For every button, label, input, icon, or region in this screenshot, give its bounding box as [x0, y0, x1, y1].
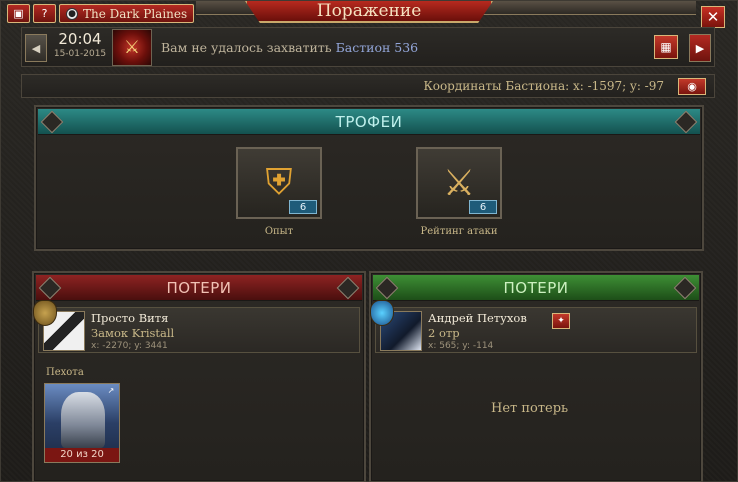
server-name: The Dark Plaines [83, 6, 188, 21]
trophies-panel: ТРОФЕИ ⛨ 6 Опыт ⚔ 6 Рейтинг атаки [34, 105, 704, 251]
eye-icon: ◉ [687, 80, 697, 93]
clan-crest-icon [33, 300, 57, 326]
defender-losses-panel: ПОТЕРИ Андрей Петухов 2 отр x: 565; y: -… [369, 271, 703, 482]
globe-icon: ● [66, 7, 78, 20]
player-coordinates: x: 565; y: -114 [428, 341, 494, 351]
player-detail: 2 отр [428, 326, 460, 340]
view-on-map-button[interactable]: ◉ [678, 78, 706, 95]
player-name: Андрей Петухов [428, 311, 527, 325]
unit-card-infantry[interactable]: ↗ 20 из 20 [44, 383, 120, 463]
losses-header: ПОТЕРИ [373, 275, 699, 301]
pin-button[interactable]: ✦ [552, 313, 570, 329]
top-toolbar: ▣ ? ● The Dark Plaines [7, 4, 195, 24]
clan-crest-icon [370, 300, 394, 326]
target-link[interactable]: Бастион 536 [336, 40, 419, 55]
close-icon: ✕ [706, 8, 720, 26]
screenshot-button[interactable]: ▣ [7, 4, 30, 23]
message-prefix: Вам не удалось захватить [161, 40, 332, 55]
crossed-swords-icon: ⚔ [442, 162, 476, 204]
player-name: Просто Витя [91, 311, 169, 325]
unit-type-label: Пехота [46, 367, 84, 378]
player-card[interactable]: Просто Витя Замок Kristall x: -2270; y: … [33, 300, 360, 353]
trophy-experience[interactable]: ⛨ 6 [236, 147, 322, 219]
arrow-right-icon: ▶ [695, 41, 705, 55]
help-button[interactable]: ? [33, 4, 56, 23]
arrow-left-icon: ◀ [31, 41, 41, 55]
coordinates-row: Координаты Бастиона: x: -1597; y: -97 ◉ [21, 74, 715, 98]
battle-icon: ⚔ [112, 29, 152, 66]
trophies-header: ТРОФЕИ [38, 109, 700, 135]
player-coordinates: x: -2270; y: 3441 [91, 341, 168, 351]
trophy-count: 6 [469, 200, 497, 214]
camera-icon: ▣ [13, 7, 24, 20]
player-card[interactable]: Андрей Петухов 2 отр x: 565; y: -114 ✦ [370, 300, 697, 353]
help-icon: ? [41, 7, 48, 20]
trophy-label: Рейтинг атаки [420, 226, 498, 237]
losses-header: ПОТЕРИ [36, 275, 362, 301]
trophy-label: Опыт [264, 226, 294, 237]
previous-message-button[interactable]: ◀ [25, 34, 47, 62]
window-title: Поражение [245, 1, 493, 23]
unit-count: 20 из 20 [45, 448, 119, 462]
next-message-button[interactable]: ▶ [689, 34, 711, 62]
info-icon[interactable]: ↗ [106, 386, 116, 396]
message-row: ◀ 20:04 15-01-2015 ⚔ Вам не удалось захв… [21, 27, 715, 67]
message-timestamp: 20:04 15-01-2015 [52, 29, 108, 66]
server-selector[interactable]: ● The Dark Plaines [59, 4, 195, 23]
experience-shield-icon: ⛨ [265, 162, 293, 203]
no-losses-text: Нет потерь [491, 401, 569, 416]
attacker-losses-panel: ПОТЕРИ Просто Витя Замок Kristall x: -22… [32, 271, 366, 482]
pin-icon: ✦ [557, 316, 565, 326]
bastion-coordinates: Координаты Бастиона: x: -1597; y: -97 [423, 79, 664, 93]
message-text: Вам не удалось захватить Бастион 536 [161, 40, 418, 55]
trophy-count: 6 [289, 200, 317, 214]
trash-icon: ▦ [660, 40, 672, 54]
trophy-attack-rating[interactable]: ⚔ 6 [416, 147, 502, 219]
close-button[interactable]: ✕ [701, 6, 725, 28]
report-window: ▣ ? ● The Dark Plaines Поражение ✕ ◀ 20:… [0, 0, 738, 482]
knight-icon [61, 392, 105, 448]
message-time: 20:04 [58, 30, 102, 48]
delete-button[interactable]: ▦ [654, 35, 678, 59]
player-castle: Замок Kristall [91, 326, 175, 340]
message-date: 15-01-2015 [53, 49, 107, 59]
